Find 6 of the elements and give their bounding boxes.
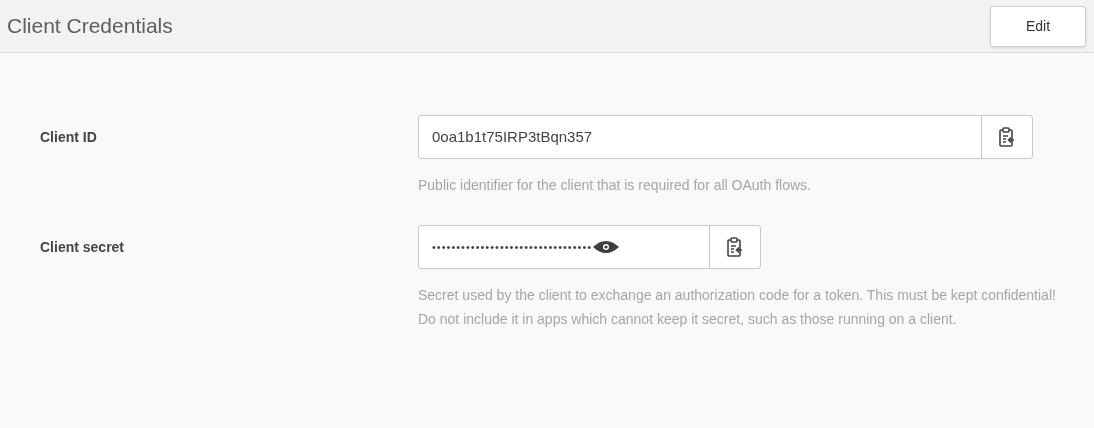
field-label: Client secret <box>40 239 125 255</box>
field-label: Client ID <box>40 129 97 145</box>
help-text: Public identifier for the client that is required for all OAuth flows. <box>418 176 812 195</box>
edit-button[interactable]: Edit <box>990 5 1086 47</box>
help-text: Secret used by the client to exchange an authorization code for a token. This must be kept confidential! Do not include it in apps which cannot keep it secret, such as those running on a client. <box>418 286 1057 329</box>
section-title: Client Credentials <box>7 13 173 40</box>
